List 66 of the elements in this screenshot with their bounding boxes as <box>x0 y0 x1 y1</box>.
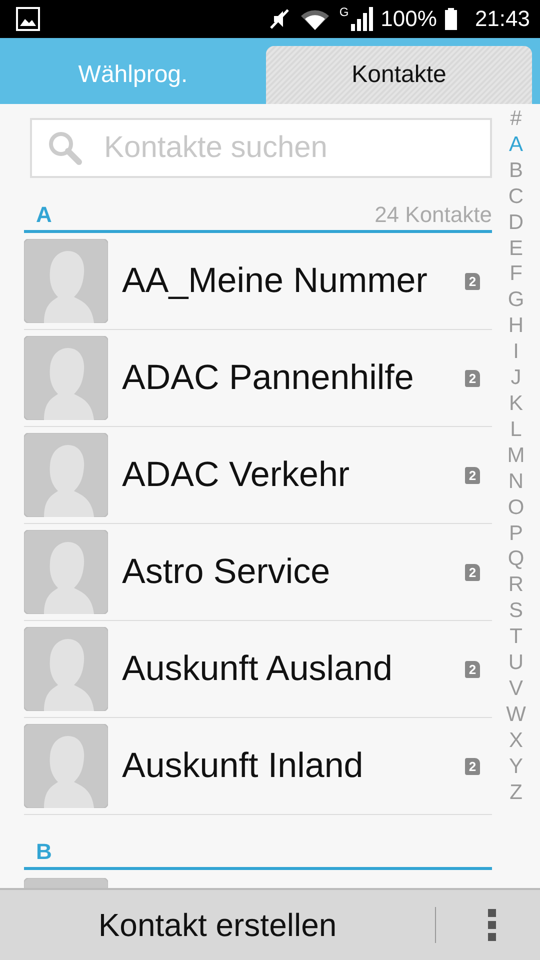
contact-row[interactable]: ADAC Pannenhilfe 2 <box>24 330 492 427</box>
avatar-icon <box>24 433 108 517</box>
contact-name: AA_Meine Nummer <box>122 261 428 301</box>
index-letter[interactable]: K <box>508 390 523 417</box>
overflow-menu-icon[interactable] <box>488 909 496 941</box>
index-letter[interactable]: I <box>513 339 519 366</box>
tab[interactable]: Kontakte <box>266 46 532 104</box>
battery-percent: 100% <box>380 6 437 32</box>
index-letter[interactable]: M <box>507 442 525 469</box>
avatar-icon <box>24 724 108 808</box>
avatar-icon <box>24 239 108 323</box>
muted-speaker-icon <box>269 8 292 30</box>
network-type: G <box>339 5 349 19</box>
contact-row[interactable]: ADAC Verkehr 2 <box>24 427 492 524</box>
contact-count: 24 Kontakte <box>374 202 492 228</box>
sim-badge: 2 <box>465 370 480 386</box>
contact-name: Astro Service <box>122 552 332 592</box>
contact-name: Auskunft Inland <box>122 746 364 786</box>
tab[interactable]: Wählprog. <box>0 46 266 104</box>
battery-icon <box>444 8 457 30</box>
index-letter[interactable]: D <box>508 210 524 236</box>
wifi-icon <box>299 8 332 30</box>
index-letter[interactable]: U <box>508 650 524 676</box>
sim-badge: 2 <box>465 466 480 484</box>
index-letter[interactable]: C <box>508 184 524 210</box>
sim-badge: 2 <box>465 272 480 290</box>
index-letter[interactable]: # <box>510 106 522 132</box>
contact-row[interactable]: Astro Service 2 <box>24 524 492 621</box>
contact-row[interactable]: Auskunft Inland 2 <box>24 718 492 815</box>
index-letter[interactable]: G <box>508 287 524 314</box>
index-letter[interactable]: O <box>508 494 524 520</box>
section-letter: B <box>36 839 52 865</box>
contact-row[interactable]: Auskunft Ausland 2 <box>24 621 492 718</box>
index-letter[interactable]: E <box>508 236 523 262</box>
search-icon <box>48 131 82 165</box>
sim-badge: 2 <box>465 660 480 678</box>
signal-icon <box>350 7 373 31</box>
avatar-icon <box>24 336 108 420</box>
index-letter[interactable]: H <box>508 313 524 340</box>
index-letter[interactable]: B <box>508 158 523 184</box>
index-letter[interactable]: V <box>508 676 523 702</box>
index-letter[interactable]: A <box>508 132 523 158</box>
index-letter[interactable]: N <box>508 468 524 495</box>
index-letter[interactable]: L <box>510 416 522 443</box>
avatar-icon <box>24 530 108 614</box>
clock: 21:43 <box>474 6 530 32</box>
contact-row[interactable]: AA_Meine Nummer 2 <box>24 233 492 330</box>
index-letter[interactable]: P <box>508 520 523 546</box>
index-letter[interactable]: T <box>510 624 522 650</box>
index-letter[interactable]: F <box>510 261 522 288</box>
contact-name: ADAC Verkehr <box>122 455 351 495</box>
section-letter: A <box>36 202 52 228</box>
index-letter[interactable]: R <box>508 572 524 598</box>
sim-badge: 2 <box>465 758 480 774</box>
index-letter[interactable]: X <box>508 728 523 754</box>
index-letter[interactable]: Y <box>508 754 523 780</box>
index-letter[interactable]: Q <box>508 546 524 572</box>
gallery-icon <box>16 7 40 31</box>
contact-name: ADAC Pannenhilfe <box>122 358 415 398</box>
index-letter[interactable]: J <box>510 365 522 391</box>
contact-name: Auskunft Ausland <box>122 649 394 689</box>
index-letter[interactable]: S <box>508 598 523 624</box>
avatar-icon <box>24 627 108 711</box>
index-letter[interactable]: Z <box>510 780 522 806</box>
sim-badge: 2 <box>465 564 480 580</box>
index-letter[interactable]: W <box>506 702 526 728</box>
